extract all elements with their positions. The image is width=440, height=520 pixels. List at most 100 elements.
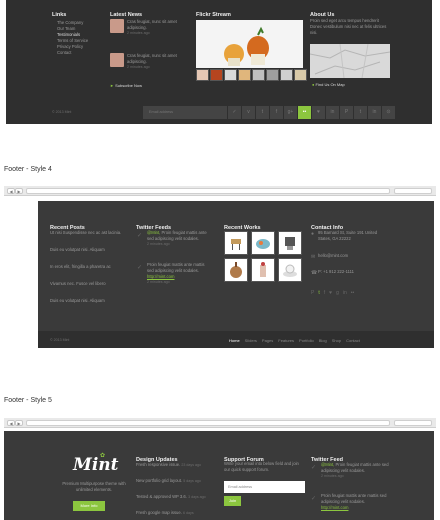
nav-features[interactable]: Features — [278, 338, 294, 343]
newsletter-email-input[interactable]: Email address — [143, 106, 227, 119]
flickr-thumb[interactable] — [294, 69, 307, 81]
updates-list: Fresh responsive issue. 23 days ago New … — [136, 462, 218, 516]
work-thumb[interactable] — [278, 258, 302, 282]
pin-icon: ● — [312, 82, 315, 87]
nav-portfolio[interactable]: Portfolio — [299, 338, 314, 343]
back-button[interactable]: ◀ — [7, 188, 15, 194]
update-item[interactable]: New portfolio grid layout. 5 days ago — [136, 478, 218, 484]
back-button[interactable]: ◀ — [7, 420, 15, 426]
pinterest-icon[interactable]: P — [311, 290, 314, 296]
facebook-icon[interactable]: f — [324, 290, 325, 296]
social-bar: ✓ v t f g+ •• ♥ in P t in ⊙ — [228, 106, 395, 119]
address-bar[interactable] — [26, 420, 390, 426]
tagline: Premium Multipurpose theme with unlimite… — [62, 481, 126, 492]
flickr-thumb[interactable] — [252, 69, 265, 81]
google-plus-icon[interactable]: g+ — [284, 106, 297, 119]
caption-style-4: Footer - Style 4 — [4, 166, 52, 173]
tweet-item: @Mint, Proin feugiat mattis ante sed adi… — [321, 462, 389, 478]
work-thumb[interactable] — [278, 231, 302, 255]
nav-pages[interactable]: Pages — [262, 338, 273, 343]
update-item[interactable]: Tested & approved WP 3.6. 3 days ago — [136, 494, 218, 500]
flickr-thumb[interactable] — [266, 69, 279, 81]
flickr-thumb[interactable] — [196, 69, 209, 81]
more-info-button[interactable]: More Info — [73, 501, 105, 511]
work-thumb[interactable] — [224, 231, 248, 255]
contact-address: 95 Barnard St, Suite 191 United States, … — [318, 230, 378, 241]
tweet-link[interactable]: http://mint.com — [321, 505, 389, 511]
post-link[interactable]: Ut nisi Suspendisse nec ac ast lacinia. — [50, 230, 130, 236]
twitter-bird-icon: ✓ — [137, 265, 143, 271]
nav-sliders[interactable]: Sliders — [245, 338, 257, 343]
flickr-icon[interactable]: •• — [298, 106, 311, 119]
links-title: Links — [52, 12, 67, 18]
update-item[interactable]: Fresh google map issue. 6 days — [136, 510, 218, 516]
work-thumb[interactable] — [224, 258, 248, 282]
flickr-thumb[interactable] — [280, 69, 293, 81]
flickr-thumb[interactable] — [210, 69, 223, 81]
leaf-icon: ✿ — [100, 453, 106, 459]
map-image[interactable] — [309, 43, 391, 79]
linkedin-icon[interactable]: in — [343, 290, 347, 296]
post-link[interactable]: Duis eu volutpat nisi. Aliquam — [50, 247, 130, 253]
pinterest-icon[interactable]: P — [340, 106, 353, 119]
search-box[interactable] — [394, 420, 432, 426]
news-item[interactable]: Cras feugiat, nunc sit amet adipiscing. … — [127, 53, 182, 69]
recent-posts-list: Ut nisi Suspendisse nec ac ast lacinia. … — [50, 230, 130, 304]
twitter-icon[interactable]: t — [318, 290, 319, 296]
join-button[interactable]: Join — [224, 496, 241, 506]
link-item[interactable]: Contact — [57, 50, 107, 56]
nav-home[interactable]: Home — [229, 338, 240, 343]
dribbble-icon[interactable]: ⊙ — [382, 106, 395, 119]
twitter-bird-icon: ✓ — [311, 496, 317, 502]
update-item[interactable]: Fresh responsive issue. 23 days ago — [136, 462, 218, 468]
email-icon: ✉ — [311, 254, 316, 260]
flickr-featured-image[interactable] — [196, 20, 303, 68]
footer-nav: Home Sliders Pages Features Portfolio Bl… — [229, 338, 360, 343]
forward-button[interactable]: ▶ — [15, 420, 23, 426]
google-plus-icon[interactable]: g — [336, 290, 339, 296]
twitter-icon[interactable]: t — [256, 106, 269, 119]
mint-logo: Mint — [73, 455, 119, 475]
phone-icon: ☎ — [311, 270, 318, 276]
social-icons: P t f ♥ g in •• — [311, 290, 354, 296]
post-link[interactable]: Duis eu volutpat nisi. Aliquam — [50, 298, 130, 304]
tumblr-icon[interactable]: t — [354, 106, 367, 119]
subscribe-link[interactable]: ► Subscribe Now — [110, 83, 142, 88]
work-thumb[interactable] — [251, 231, 275, 255]
linkedin-icon[interactable]: in — [326, 106, 339, 119]
nav-shop[interactable]: Shop — [332, 338, 341, 343]
heart-icon[interactable]: ♥ — [329, 290, 332, 296]
post-link[interactable]: Vivamus nec. Fusce vel libero — [50, 281, 130, 287]
forum-text: Write your email into below field and jo… — [224, 461, 299, 472]
nav-contact[interactable]: Contact — [346, 338, 360, 343]
map-link[interactable]: ● Find Us On Map — [312, 82, 345, 87]
location-icon: ● — [311, 231, 315, 237]
browser-toolbar: ◀ ▶ — [4, 186, 436, 196]
work-thumb[interactable] — [251, 258, 275, 282]
heart-icon[interactable]: ♥ — [312, 106, 325, 119]
news-item[interactable]: Cras feugiat, nunc sit amet adipiscing. … — [127, 19, 182, 35]
map-icon — [309, 43, 391, 79]
copyright: © 2013 Mint — [50, 338, 70, 342]
nav-blog[interactable]: Blog — [319, 338, 327, 343]
facebook-icon[interactable]: f — [270, 106, 283, 119]
address-bar[interactable] — [26, 188, 390, 194]
flickr-thumb[interactable] — [224, 69, 237, 81]
linkedin-alt-icon[interactable]: in — [368, 106, 381, 119]
twitter-bird-icon: ✓ — [311, 465, 317, 471]
flickr-title: Flickr Stream — [196, 12, 231, 18]
recent-works-grid — [224, 231, 302, 282]
forum-email-input[interactable]: Email address — [224, 481, 305, 493]
twitter-bird-icon: ✓ — [137, 233, 143, 239]
forward-button[interactable]: ▶ — [15, 188, 23, 194]
news-thumbnail — [110, 19, 124, 33]
flickr-thumb[interactable] — [238, 69, 251, 81]
search-box[interactable] — [394, 188, 432, 194]
vimeo-icon[interactable]: v — [242, 106, 255, 119]
flickr-icon[interactable]: •• — [351, 290, 355, 296]
check-icon[interactable]: ✓ — [228, 106, 241, 119]
contact-email[interactable]: hello@mint.com — [318, 253, 348, 259]
contact-phone: P: +1 912 222-1111 — [318, 269, 354, 274]
post-link[interactable]: In eros elit, fringilla a pharetra ac — [50, 264, 130, 270]
tweet-item: Proin feugiat mattis ante mattis sed adi… — [147, 262, 209, 284]
